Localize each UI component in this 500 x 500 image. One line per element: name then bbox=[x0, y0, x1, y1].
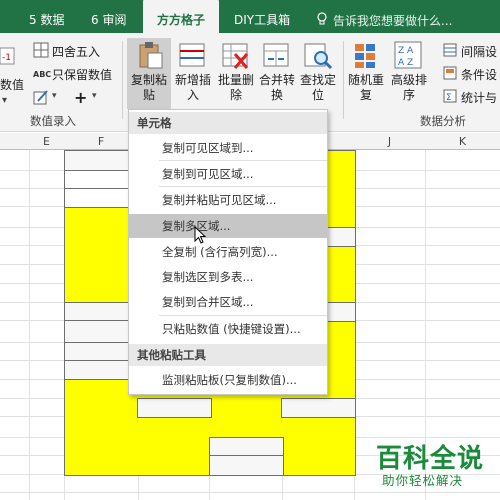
cell-white[interactable] bbox=[137, 398, 212, 418]
menu-item-paste-values-only[interactable]: 只粘贴数值 (快捷键设置)... bbox=[129, 317, 327, 341]
batch-delete-icon bbox=[221, 42, 251, 70]
copy-paste-label: 复制粘贴 bbox=[130, 73, 167, 102]
copy-paste-dropdown-menu: 单元格 复制可见区域到... 复制到可见区域... 复制并粘贴可见区域... 复… bbox=[128, 109, 328, 395]
svg-text:Σ: Σ bbox=[446, 93, 452, 103]
column-gridline bbox=[29, 150, 30, 500]
menu-item-monitor-clipboard[interactable]: 监测粘贴板(只复制数值)... bbox=[129, 368, 327, 392]
tab-diy-toolbox[interactable]: DIY工具箱 bbox=[234, 0, 290, 33]
interval-icon bbox=[443, 43, 457, 57]
group-label-data-analysis: 数据分析 bbox=[420, 114, 466, 128]
condition-icon bbox=[443, 66, 457, 80]
menu-item-copy-to-visible[interactable]: 复制到可见区域... bbox=[129, 162, 327, 186]
value-icon: -1 bbox=[0, 46, 16, 66]
merge-convert-icon bbox=[262, 42, 292, 70]
cell-white[interactable] bbox=[326, 227, 356, 247]
value-button-label[interactable]: 数值 bbox=[0, 76, 24, 93]
menu-divider bbox=[159, 186, 327, 187]
abc-icon: ABC bbox=[33, 70, 52, 79]
group-label-data-entry: 数值录入 bbox=[30, 114, 76, 128]
dropdown-arrow-icon: ▾ bbox=[92, 91, 97, 101]
column-header-j[interactable]: J bbox=[354, 133, 426, 150]
svg-text:-1: -1 bbox=[2, 53, 11, 63]
mouse-cursor-icon bbox=[194, 225, 208, 246]
tab-data[interactable]: 5 数据 bbox=[29, 0, 64, 33]
condition-button[interactable]: 条件设 bbox=[461, 66, 497, 83]
group-separator bbox=[122, 41, 123, 119]
menu-item-copy-to-merged[interactable]: 复制到合并区域... bbox=[129, 290, 327, 314]
tab-fangfang[interactable]: 方方格子 bbox=[143, 0, 219, 33]
menu-item-copy-multi-range[interactable]: 复制多区域... bbox=[129, 214, 327, 238]
cell-white[interactable] bbox=[209, 437, 284, 457]
menu-item-copy-to-multi-sheets[interactable]: 复制选区到多表... bbox=[129, 265, 327, 289]
merge-convert-button[interactable]: 合并转换 bbox=[255, 73, 299, 103]
sort-icon-text-bottom: A Z bbox=[398, 58, 413, 68]
menu-divider bbox=[159, 315, 327, 316]
menu-item-copy-visible-to[interactable]: 复制可见区域到... bbox=[129, 136, 327, 160]
menu-item-copy-paste-visible[interactable]: 复制并粘贴可见区域... bbox=[129, 188, 327, 212]
dropdown-arrow-icon: ▾ bbox=[52, 91, 57, 101]
pencil-icon[interactable] bbox=[33, 89, 49, 105]
round-button[interactable]: 四舍五入 bbox=[52, 43, 100, 60]
watermark-subtitle: 助你轻松解决 bbox=[382, 473, 464, 488]
random-repeat-button[interactable]: 随机重复 bbox=[344, 73, 388, 103]
select-all-corner[interactable] bbox=[0, 133, 30, 150]
statistics-icon: Σ bbox=[443, 89, 457, 103]
find-locate-button[interactable]: 查找定位 bbox=[296, 73, 340, 103]
cell-white[interactable] bbox=[209, 455, 284, 476]
tell-me-search[interactable]: 告诉我您想要做什么... bbox=[333, 0, 452, 33]
cell-white[interactable] bbox=[281, 398, 356, 418]
statistics-button[interactable]: 统计与 bbox=[461, 89, 497, 106]
lightbulb-icon bbox=[316, 12, 328, 26]
round-icon bbox=[33, 42, 49, 58]
ribbon-tab-bar: 5 数据 6 审阅 方方格子 DIY工具箱 告诉我您想要做什么... bbox=[0, 0, 500, 33]
column-header-k[interactable]: K bbox=[425, 133, 500, 150]
plus-button[interactable]: + bbox=[74, 88, 87, 107]
interval-button[interactable]: 间隔设 bbox=[461, 43, 497, 60]
insert-icon bbox=[178, 42, 208, 70]
dropdown-arrow-icon: ▾ bbox=[2, 95, 8, 106]
tab-review[interactable]: 6 审阅 bbox=[91, 0, 126, 33]
cell-white[interactable] bbox=[326, 302, 356, 322]
batch-delete-button[interactable]: 批量删除 bbox=[214, 73, 258, 103]
clipboard-icon bbox=[135, 41, 165, 69]
add-insert-button[interactable]: 新增插入 bbox=[171, 73, 215, 103]
column-header-e[interactable]: E bbox=[29, 133, 65, 150]
keep-value-button[interactable]: 只保留数值 bbox=[52, 66, 112, 83]
menu-section-cells: 单元格 bbox=[129, 112, 327, 134]
menu-item-full-copy[interactable]: 全复制 (含行高列宽)... bbox=[129, 240, 327, 264]
random-repeat-icon bbox=[351, 42, 381, 70]
find-locate-icon bbox=[303, 42, 333, 70]
sort-icon-text-top: Z A bbox=[398, 46, 414, 56]
advanced-sort-button[interactable]: 高级排序 bbox=[387, 73, 431, 103]
menu-divider bbox=[159, 160, 327, 161]
advanced-sort-icon: Z A A Z bbox=[393, 40, 423, 69]
menu-section-other-paste-tools: 其他粘贴工具 bbox=[129, 344, 327, 366]
